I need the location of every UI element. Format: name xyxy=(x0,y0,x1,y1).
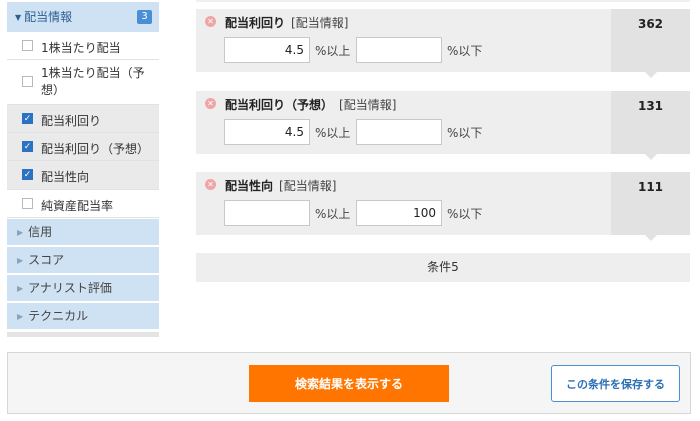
condition-category-tag: [配当情報] xyxy=(339,98,397,112)
action-footer: 検索結果を表示する この条件を保存する xyxy=(7,352,691,414)
condition-name: 配当利回り（予想） xyxy=(225,98,334,112)
min-value-input[interactable] xyxy=(224,119,310,145)
min-unit-label: %以上 xyxy=(315,207,351,221)
checkbox[interactable] xyxy=(22,76,33,87)
condition-card-dividend-yield: ✕ 配当利回り [配当情報] %以上 %以下 362 xyxy=(196,9,690,78)
checkbox-checked[interactable]: ✓ xyxy=(22,169,33,180)
condition-name: 配当性向 xyxy=(225,179,274,193)
checkbox[interactable] xyxy=(22,197,33,209)
match-count: 111 xyxy=(611,172,690,241)
category-label: スコア xyxy=(28,253,65,267)
sidebar-category-analyst[interactable]: ▶ アナリスト評価 xyxy=(7,275,159,302)
sidebar-option-payout-ratio[interactable]: ✓ 配当性向 xyxy=(7,161,159,190)
caret-right-icon: ▶ xyxy=(17,312,24,321)
category-label: 信用 xyxy=(28,225,53,239)
caret-right-icon: ▶ xyxy=(17,256,24,265)
condition-category-tag: [配当情報] xyxy=(291,16,349,30)
sidebar-category-technical[interactable]: ▶ テクニカル xyxy=(7,303,159,330)
min-value-input[interactable] xyxy=(224,200,310,226)
sidebar-category-score[interactable]: ▶ スコア xyxy=(7,247,159,274)
condition-title: 配当性向 [配当情報] xyxy=(225,177,336,194)
sidebar-option-dividend-yield-forecast[interactable]: ✓ 配当利回り（予想） xyxy=(7,133,159,161)
option-label: 1株当たり配当 xyxy=(41,41,121,55)
close-circle-icon[interactable]: ✕ xyxy=(205,98,216,109)
condition-summary: 条件5 xyxy=(196,253,690,282)
section-label: 配当情報 xyxy=(24,10,73,24)
min-value-input[interactable] xyxy=(224,37,310,63)
max-unit-label: %以下 xyxy=(447,44,483,58)
condition-category-tag: [配当情報] xyxy=(279,179,337,193)
sidebar-option-dps-forecast[interactable]: 1株当たり配当（予 想） xyxy=(7,60,159,105)
sidebar-footer xyxy=(7,332,159,337)
caret-right-icon: ▶ xyxy=(17,228,24,237)
sidebar-category-credit[interactable]: ▶ 信用 xyxy=(7,219,159,246)
max-unit-label: %以下 xyxy=(447,207,483,221)
max-value-input[interactable] xyxy=(356,200,442,226)
option-label: 配当性向 xyxy=(41,170,90,184)
condition-card-dividend-yield-forecast: ✕ 配当利回り（予想） [配当情報] %以上 %以下 131 xyxy=(196,91,690,160)
sidebar-option-dividend-yield[interactable]: ✓ 配当利回り xyxy=(7,105,159,133)
category-label: テクニカル xyxy=(28,309,89,323)
show-results-button[interactable]: 検索結果を表示する xyxy=(249,365,449,402)
match-count: 362 xyxy=(611,9,690,78)
selected-count-badge: 3 xyxy=(137,10,152,24)
caret-right-icon: ▶ xyxy=(17,284,24,293)
condition-name: 配当利回り xyxy=(225,16,286,30)
caret-down-icon: ▼ xyxy=(15,13,22,22)
save-conditions-button[interactable]: この条件を保存する xyxy=(551,365,680,402)
match-count: 131 xyxy=(611,91,690,160)
option-label: 1株当たり配当（予 想） xyxy=(41,66,145,97)
checkbox-checked[interactable]: ✓ xyxy=(22,112,33,124)
sidebar-section-dividend[interactable]: ▼ 配当情報 3 xyxy=(7,2,159,32)
min-unit-label: %以上 xyxy=(315,44,351,58)
checkbox-checked[interactable]: ✓ xyxy=(22,140,33,152)
min-unit-label: %以上 xyxy=(315,126,351,140)
sidebar-option-dps[interactable]: 1株当たり配当 xyxy=(7,32,159,60)
top-border xyxy=(196,0,690,2)
max-value-input[interactable] xyxy=(356,119,442,145)
option-label: 配当利回り xyxy=(41,114,102,128)
category-label: アナリスト評価 xyxy=(28,281,112,295)
condition-title: 配当利回り [配当情報] xyxy=(225,14,348,31)
sidebar-option-doe[interactable]: 純資産配当率 xyxy=(7,190,159,218)
sidebar: ▼ 配当情報 3 1株当たり配当 1株当たり配当（予 想） ✓ 配当利回り ✓ 配… xyxy=(7,0,159,337)
max-value-input[interactable] xyxy=(356,37,442,63)
condition-title: 配当利回り（予想） [配当情報] xyxy=(225,96,396,113)
checkbox[interactable] xyxy=(22,39,33,51)
close-circle-icon[interactable]: ✕ xyxy=(205,16,216,27)
condition-card-payout-ratio: ✕ 配当性向 [配当情報] %以上 %以下 111 xyxy=(196,172,690,241)
max-unit-label: %以下 xyxy=(447,126,483,140)
close-circle-icon[interactable]: ✕ xyxy=(205,179,216,190)
option-label: 純資産配当率 xyxy=(41,199,114,213)
option-label: 配当利回り（予想） xyxy=(41,142,150,156)
